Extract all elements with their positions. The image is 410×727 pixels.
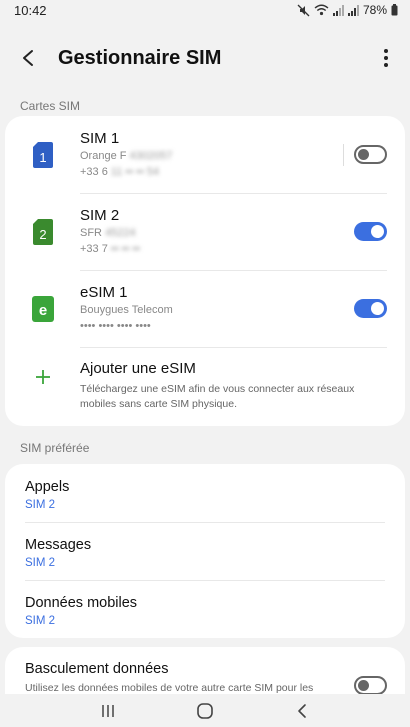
- sim-row-sim1[interactable]: 1 SIM 1 Orange F 4302057 +33 6 11 •• •• …: [5, 116, 405, 193]
- pref-value: SIM 2: [25, 615, 56, 627]
- pref-value: SIM 2: [25, 557, 56, 569]
- sim-operator: SFR 45224: [80, 227, 136, 239]
- pref-title: Messages: [25, 537, 92, 553]
- back-button[interactable]: [16, 46, 40, 70]
- pref-row-messages[interactable]: Messages SIM 2: [5, 522, 405, 580]
- preferred-sim-card: Appels SIM 2 Messages SIM 2 Données mobi…: [5, 464, 405, 638]
- sim-badge: 1: [39, 150, 46, 165]
- sim-name: SIM 2: [80, 207, 120, 224]
- sim-row-sim2[interactable]: 2 SIM 2 SFR 45224 +33 7 •• •• ••: [5, 193, 405, 270]
- back-icon: [297, 703, 306, 718]
- back-nav-button[interactable]: [287, 699, 317, 723]
- sim-name: eSIM 1: [80, 284, 128, 301]
- battery-icon: [391, 4, 398, 16]
- mute-icon: [297, 4, 310, 17]
- sim1-toggle[interactable]: [354, 145, 387, 164]
- sim-card-icon: 2: [25, 218, 61, 246]
- sim-operator: Bouygues Telecom: [80, 304, 173, 316]
- app-header: Gestionnaire SIM: [0, 20, 410, 96]
- pref-value: SIM 2: [25, 499, 56, 511]
- recents-icon: [102, 704, 115, 717]
- add-esim-row[interactable]: Ajouter une eSIM Téléchargez une eSIM af…: [5, 347, 405, 426]
- home-icon: [197, 702, 213, 719]
- pref-row-mobile-data[interactable]: Données mobiles SIM 2: [5, 580, 405, 638]
- sim-name: SIM 1: [80, 130, 120, 147]
- add-esim-title: Ajouter une eSIM: [80, 360, 196, 377]
- section-label-preferred: SIM préférée: [20, 441, 90, 455]
- pref-title: Appels: [25, 479, 70, 495]
- plus-icon: [25, 359, 61, 385]
- sim-number: +33 7 •• •• ••: [80, 243, 141, 255]
- divider: [343, 143, 344, 166]
- sim-row-esim1[interactable]: e eSIM 1 Bouygues Telecom •••• •••• ••••…: [5, 270, 405, 347]
- esim1-toggle[interactable]: [354, 299, 387, 318]
- chevron-left-icon: [23, 50, 33, 66]
- more-options-button[interactable]: [376, 46, 396, 70]
- pref-row-calls[interactable]: Appels SIM 2: [5, 464, 405, 522]
- esim-icon: e: [25, 295, 61, 323]
- status-bar: 10:42 78%: [0, 0, 410, 20]
- sim-card-icon: 1: [25, 141, 61, 169]
- sim-number: •••• •••• •••• ••••: [80, 320, 151, 332]
- sim-badge: e: [39, 302, 47, 319]
- sim-cards-card: 1 SIM 1 Orange F 4302057 +33 6 11 •• •• …: [5, 116, 405, 426]
- data-switch-toggle[interactable]: [354, 675, 387, 695]
- status-icons: 78%: [297, 3, 398, 17]
- data-switch-title: Basculement données: [25, 661, 169, 677]
- home-button[interactable]: [190, 699, 220, 723]
- sim-badge: 2: [39, 227, 46, 242]
- pref-title: Données mobiles: [25, 595, 138, 611]
- sim2-toggle[interactable]: [354, 222, 387, 241]
- sim-number: +33 6 11 •• •• 54: [80, 166, 160, 178]
- section-label-sim-cards: Cartes SIM: [20, 99, 81, 113]
- page-title: Gestionnaire SIM: [58, 46, 222, 69]
- wifi-icon: [314, 4, 329, 16]
- status-time: 10:42: [14, 2, 47, 18]
- system-nav-bar: [0, 694, 410, 727]
- sim-operator: Orange F 4302057: [80, 150, 173, 162]
- add-esim-description: Téléchargez une eSIM afin de vous connec…: [80, 383, 355, 410]
- signal-icon: [347, 4, 359, 16]
- more-vertical-icon: [384, 49, 388, 53]
- signal-icon: [332, 4, 344, 16]
- recents-button[interactable]: [93, 699, 123, 723]
- battery-percent: 78%: [362, 3, 387, 17]
